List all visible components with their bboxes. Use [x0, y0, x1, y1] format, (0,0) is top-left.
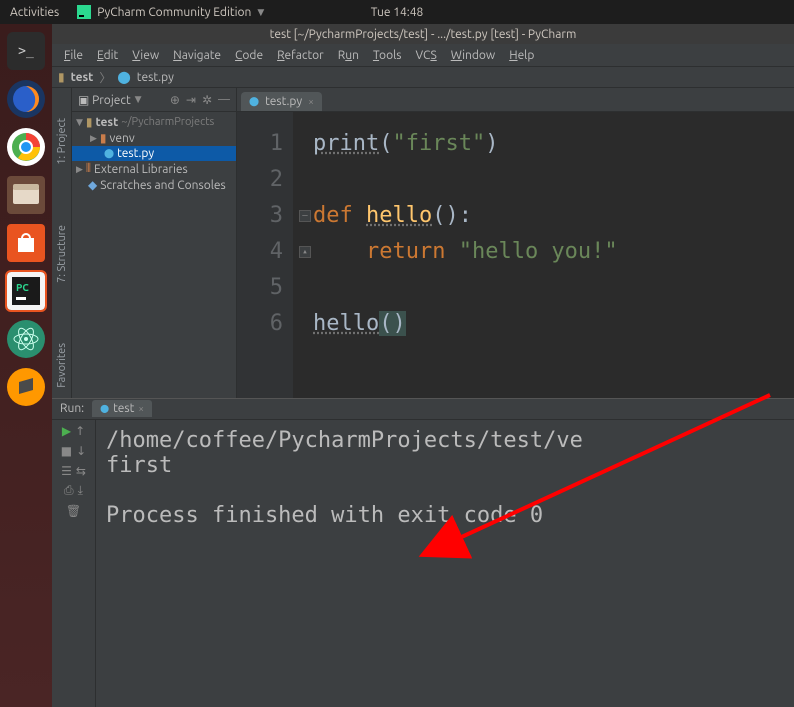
ubuntu-dock: >_ PC [0, 24, 52, 707]
gnome-top-panel: Activities PyCharm Community Edition ▼ T… [0, 0, 794, 24]
hide-icon[interactable]: — [218, 93, 230, 107]
activities-button[interactable]: Activities [0, 6, 69, 19]
run-config-label: test [113, 402, 134, 415]
trash-icon[interactable]: 🗑 [66, 504, 81, 518]
firefox-icon [11, 84, 41, 114]
dock-software[interactable] [7, 224, 45, 262]
python-file-icon: ⬤ [249, 96, 259, 107]
tree-root[interactable]: ▼▮ test ~/PycharmProjects [72, 114, 236, 130]
breadcrumb-root[interactable]: test [71, 71, 94, 84]
dock-pycharm-active[interactable]: PC [7, 272, 45, 310]
fold-icon[interactable]: – [299, 210, 311, 222]
main-menu: File Edit View Navigate Code Refactor Ru… [52, 44, 794, 66]
fold-end-icon[interactable]: ▴ [299, 246, 311, 258]
python-file-icon: ⬤ [117, 70, 130, 84]
menu-file[interactable]: File [58, 47, 89, 64]
run-config-tab[interactable]: ⬤ test × [92, 400, 152, 417]
menu-edit[interactable]: Edit [91, 47, 124, 64]
close-tab-icon[interactable]: × [308, 96, 314, 107]
line-gutter: 1 2 3 4 5 6 [237, 112, 293, 398]
folder-icon: ▮ [58, 70, 65, 84]
menu-help[interactable]: Help [503, 47, 540, 64]
run-header: Run: ⬤ test × [52, 398, 794, 420]
print-icon[interactable]: ⎙ [64, 484, 74, 498]
tree-venv-label: venv [110, 132, 135, 145]
pycharm-icon: PC [12, 277, 40, 305]
tree-venv[interactable]: ▶▮ venv [72, 130, 236, 146]
editor-area: ⬤ test.py × 1 2 3 4 5 6 print("first") [237, 88, 794, 398]
pycharm-window: test [~/PycharmProjects/test] - .../test… [52, 24, 794, 707]
collapse-icon[interactable]: ⇥ [186, 93, 196, 107]
menu-view[interactable]: View [126, 47, 165, 64]
tree-scratches-label: Scratches and Consoles [100, 179, 226, 192]
target-icon[interactable]: ⊕ [170, 93, 180, 107]
pycharm-icon [77, 5, 91, 19]
close-icon[interactable]: × [138, 403, 144, 414]
breadcrumb-separator: 〉 [99, 69, 111, 86]
svg-text:PC: PC [16, 282, 29, 293]
down-icon[interactable]: ↓ [76, 444, 86, 458]
chevron-down-icon[interactable]: ▼ [135, 94, 142, 105]
project-tree: ▼▮ test ~/PycharmProjects ▶▮ venv ⬤ test… [72, 112, 236, 398]
tool-project-tab[interactable]: 1: Project [56, 118, 68, 165]
scroll-icon[interactable]: ⤓ [78, 484, 83, 498]
up-icon[interactable]: ↑ [75, 424, 85, 438]
dock-files[interactable] [7, 176, 45, 214]
tree-ext-libs-label: External Libraries [94, 163, 188, 176]
menu-vcs[interactable]: VCS [409, 47, 442, 64]
tool-structure-tab[interactable]: 7: Structure [56, 225, 68, 283]
stop-icon[interactable]: ■ [61, 444, 72, 458]
clock[interactable]: Tue 14:48 [371, 6, 424, 19]
run-console-output[interactable]: /home/coffee/PycharmProjects/test/ve fir… [96, 420, 794, 707]
tree-external-libs[interactable]: ▶⫴ External Libraries [72, 161, 236, 177]
menu-tools[interactable]: Tools [367, 47, 408, 64]
menu-run[interactable]: Run [332, 47, 365, 64]
files-icon [13, 184, 39, 206]
editor-tabs: ⬤ test.py × [237, 88, 794, 112]
menu-code[interactable]: Code [229, 47, 269, 64]
menu-navigate[interactable]: Navigate [167, 47, 227, 64]
menu-refactor[interactable]: Refactor [271, 47, 330, 64]
run-toolbar: ▶ ↑ ■ ↓ ☰ ⇆ ⎙ ⤓ 🗑 [52, 420, 96, 707]
layout-icon[interactable]: ☰ [61, 464, 72, 478]
dock-sublime[interactable] [7, 368, 45, 406]
project-panel-header: ▣ Project ▼ ⊕ ⇥ ✲ — [72, 88, 236, 112]
editor-tab-label: test.py [265, 95, 302, 108]
python-icon: ⬤ [100, 404, 109, 413]
wrap-icon[interactable]: ⇆ [76, 464, 86, 478]
dock-firefox[interactable] [7, 80, 45, 118]
app-indicator[interactable]: PyCharm Community Edition ▼ [69, 5, 272, 19]
project-tool-window: ▣ Project ▼ ⊕ ⇥ ✲ — ▼▮ test ~/PycharmPro… [72, 88, 237, 398]
dock-terminal[interactable]: >_ [7, 32, 45, 70]
tool-favorites-tab[interactable]: Favorites [56, 343, 68, 388]
window-titlebar[interactable]: test [~/PycharmProjects/test] - .../test… [52, 24, 794, 44]
tree-root-path: ~/PycharmProjects [121, 116, 214, 128]
run-title: Run: [60, 402, 84, 415]
atom-icon [12, 325, 40, 353]
menu-window[interactable]: Window [445, 47, 501, 64]
sublime-icon [15, 376, 37, 398]
nav-breadcrumb: ▮ test 〉 ⬤ test.py [52, 66, 794, 88]
shopping-bag-icon [15, 232, 37, 254]
rerun-icon[interactable]: ▶ [62, 424, 71, 438]
run-tool-window: Run: ⬤ test × ▶ ↑ ■ ↓ ☰ ⇆ ⎙ ⤓ 🗑 /home/coffee… [52, 398, 794, 707]
tree-scratches[interactable]: ◆ Scratches and Consoles [72, 177, 236, 193]
chrome-icon [11, 132, 41, 162]
dock-chrome[interactable] [7, 128, 45, 166]
tree-file-testpy[interactable]: ⬤ test.py [72, 146, 236, 161]
breadcrumb-file[interactable]: test.py [137, 71, 174, 84]
left-tool-strip: 1: Project 7: Structure Favorites [52, 88, 72, 398]
code-editor[interactable]: 1 2 3 4 5 6 print("first") –def hello():… [237, 112, 794, 398]
dock-atom[interactable] [7, 320, 45, 358]
tree-file-label: test.py [117, 147, 154, 160]
app-indicator-label: PyCharm Community Edition [97, 6, 251, 19]
editor-tab-testpy[interactable]: ⬤ test.py × [241, 92, 322, 111]
chevron-down-icon: ▼ [257, 7, 264, 18]
code-content[interactable]: print("first") –def hello(): ▴ return "h… [293, 112, 618, 398]
gear-icon[interactable]: ✲ [202, 93, 212, 107]
project-panel-title: ▣ Project [78, 93, 131, 107]
tree-root-name: test [96, 116, 119, 129]
